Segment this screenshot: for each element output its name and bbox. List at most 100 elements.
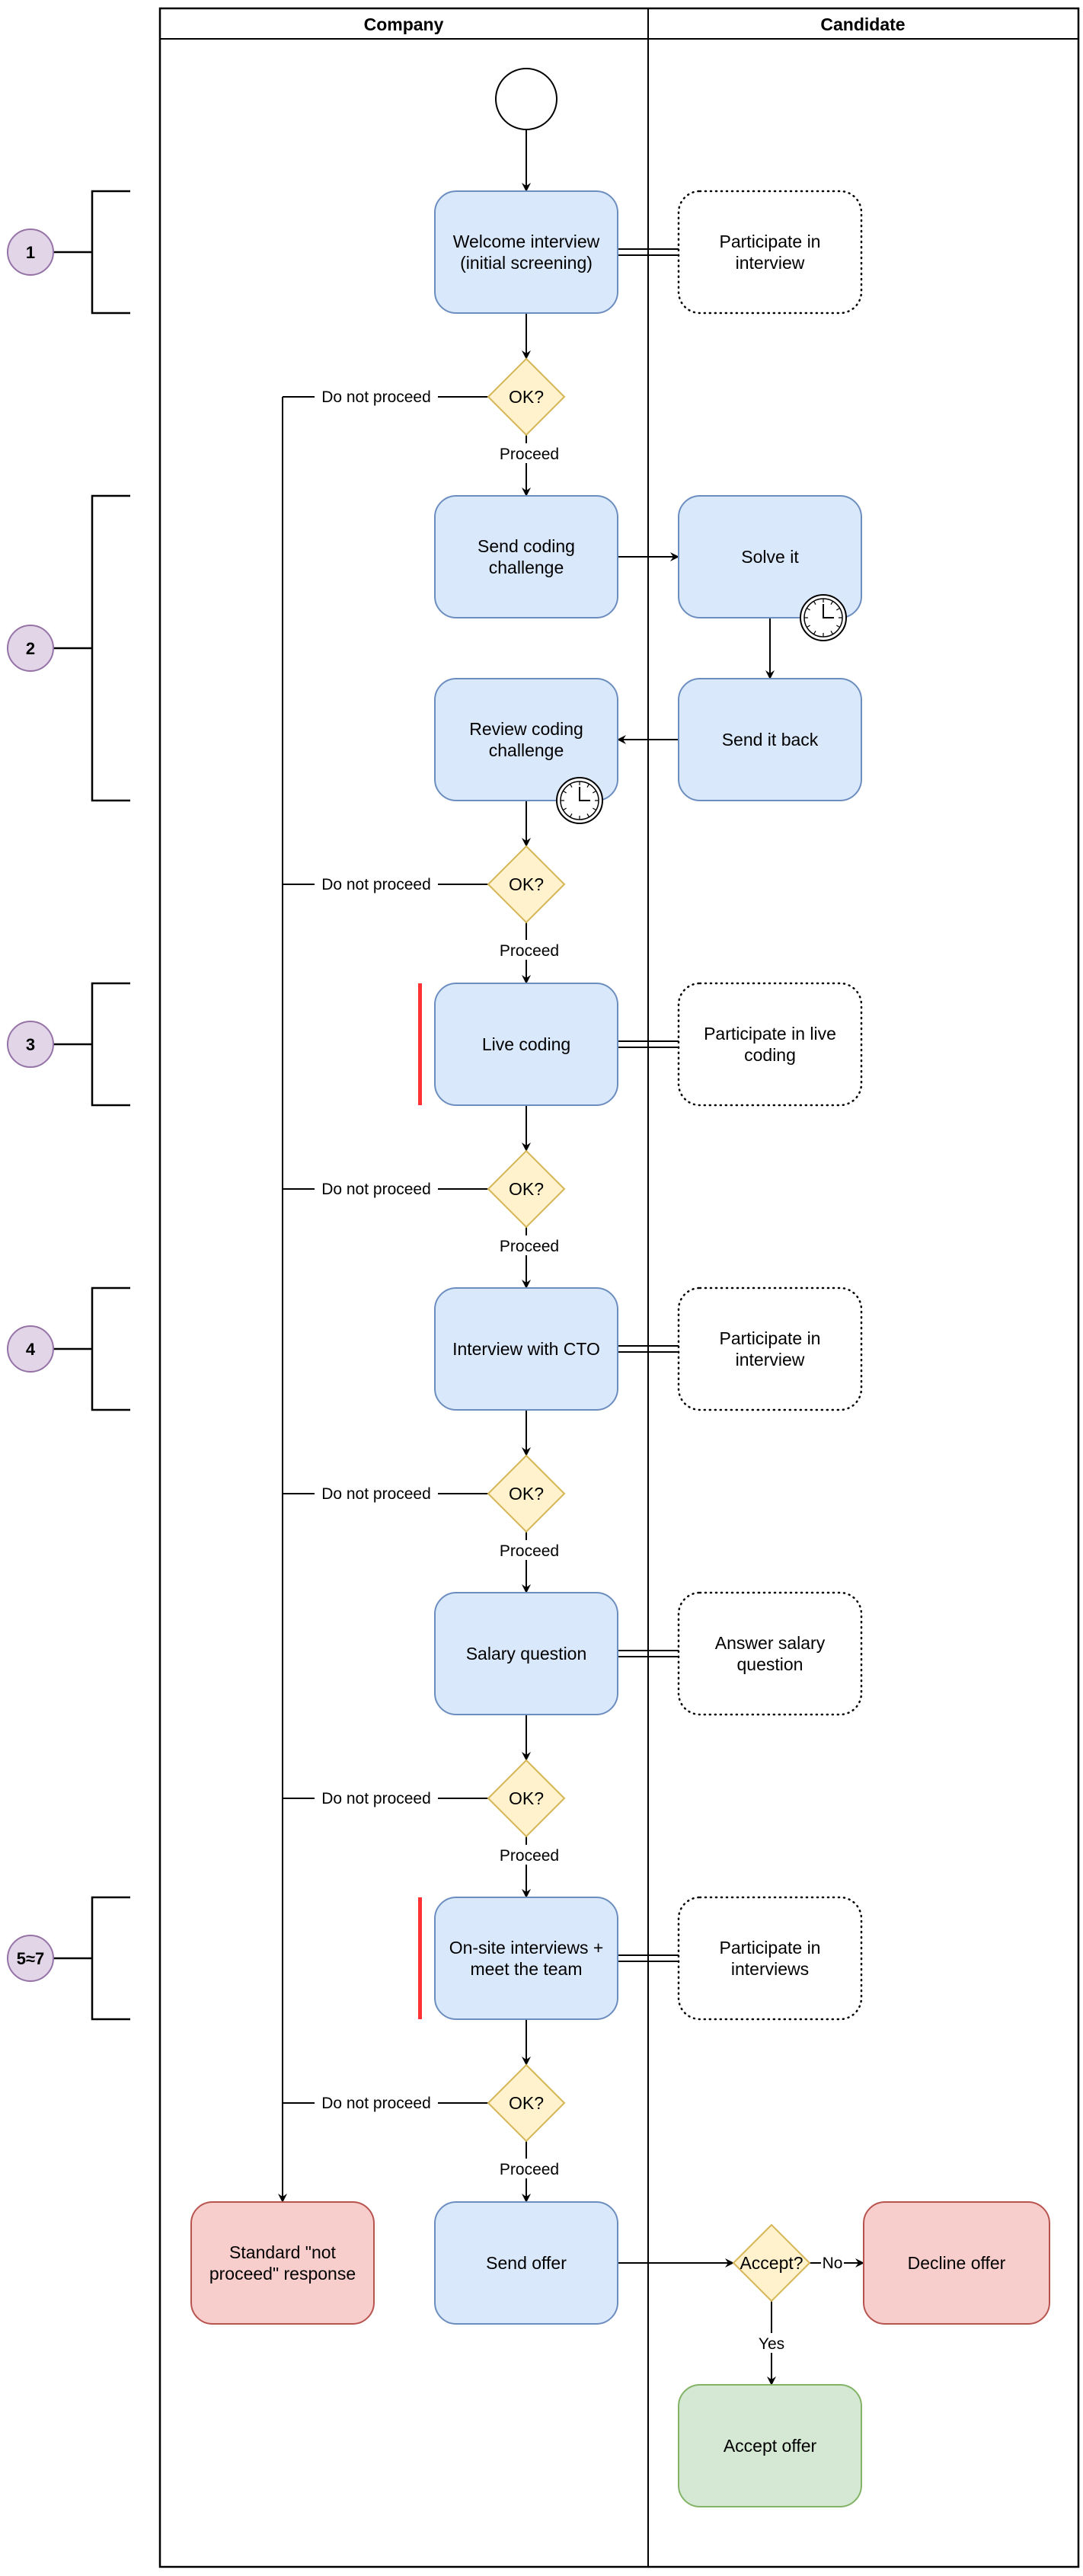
task-label: interview bbox=[736, 253, 805, 273]
reject-task[interactable]: Standard "notproceed" response bbox=[190, 2201, 375, 2325]
task-label: Interview with CTO bbox=[452, 1339, 600, 1359]
timer-clock-icon bbox=[556, 777, 603, 824]
candidate-task-participate-live-coding[interactable]: Participate in livecoding bbox=[677, 982, 863, 1107]
gateway-label: OK? bbox=[509, 387, 544, 407]
nodes: Welcome interview (initial screening) Send… bbox=[190, 68, 1050, 2507]
task-label: meet the team bbox=[470, 1959, 582, 1979]
candidate-task-answer-salary[interactable]: Answer salaryquestion bbox=[677, 1591, 863, 1716]
timer-clock-icon bbox=[800, 594, 847, 641]
phase-number: 2 bbox=[26, 639, 35, 658]
task-shape bbox=[434, 495, 618, 618]
company-task-onsite-interviews[interactable]: On-site interviews +meet the team bbox=[434, 1897, 618, 2020]
phase-number: 3 bbox=[26, 1035, 35, 1054]
gateway-accept[interactable]: Accept? bbox=[732, 2223, 811, 2303]
phase-marker-2: 2 bbox=[7, 494, 130, 802]
task-label: Participate in bbox=[720, 1328, 821, 1348]
do-not-proceed-label: Do not proceed bbox=[321, 1790, 431, 1807]
gateway-ok[interactable]: OK? bbox=[487, 1759, 566, 1838]
task-label: question bbox=[737, 1654, 803, 1674]
task-shape bbox=[190, 2201, 375, 2325]
phase-bracket bbox=[91, 1896, 130, 2021]
company-task-send-offer[interactable]: Send offer bbox=[434, 2201, 618, 2325]
task-label: Salary question bbox=[466, 1644, 587, 1664]
pool-border bbox=[158, 7, 1080, 2568]
phase-marker-5: 5≈7 bbox=[7, 1896, 130, 2021]
phase-bracket bbox=[91, 982, 130, 1107]
accept-task[interactable]: Accept offer bbox=[678, 2384, 862, 2507]
phase-marker-1: 1 bbox=[7, 190, 130, 315]
task-shape bbox=[434, 1897, 618, 2020]
do-not-proceed-label: Do not proceed bbox=[321, 388, 431, 406]
phase-marker-4: 4 bbox=[7, 1286, 130, 1411]
proceed-label: Proceed bbox=[500, 1238, 559, 1255]
proceed-label: Proceed bbox=[500, 446, 559, 463]
task-label: challenge bbox=[489, 740, 564, 760]
task-label: (initial screening) bbox=[460, 253, 593, 273]
task-label: coding bbox=[744, 1045, 796, 1065]
start-event[interactable] bbox=[495, 68, 557, 130]
task-label: Send offer bbox=[486, 2253, 567, 2273]
lane-title-company: Company bbox=[364, 14, 444, 34]
company-task-live-coding[interactable]: Live coding bbox=[434, 983, 618, 1106]
task-label: challenge bbox=[489, 558, 564, 577]
task-label: interview bbox=[736, 1350, 805, 1369]
task-label: interviews bbox=[731, 1959, 809, 1979]
gateway-ok[interactable]: OK? bbox=[487, 1149, 566, 1229]
gateway-ok[interactable]: OK? bbox=[487, 845, 566, 924]
task-shape bbox=[677, 1896, 863, 2021]
task-label: Participate in bbox=[720, 1938, 821, 1958]
task-label: Welcome interview bbox=[453, 232, 600, 251]
company-task-welcome[interactable]: Welcome interview (initial screening) bbox=[434, 190, 618, 314]
task-label: Participate in live bbox=[704, 1024, 836, 1044]
gateway-label: OK? bbox=[509, 874, 544, 894]
candidate-task-participate-interview-cto[interactable]: Participate in interview bbox=[677, 1286, 863, 1411]
phase-bracket bbox=[91, 190, 130, 315]
proceed-label: Proceed bbox=[500, 1542, 559, 1560]
highlight-bar bbox=[418, 983, 422, 1105]
recruitment-process-diagram: Company Candidate Welcome interview (init… bbox=[7, 7, 1080, 2568]
phase-number: 5≈7 bbox=[17, 1949, 45, 1968]
phase-markers: 1 2 3 4 5≈7 bbox=[7, 190, 130, 2021]
proceed-label: Proceed bbox=[500, 1847, 559, 1865]
yes-label: Yes bbox=[759, 2335, 784, 2353]
gateway-label: OK? bbox=[509, 1788, 544, 1808]
candidate-task-send-it-back[interactable]: Send it back bbox=[678, 678, 862, 801]
highlight-bar bbox=[418, 1897, 422, 2019]
task-label: Decline offer bbox=[908, 2253, 1006, 2273]
task-label: Live coding bbox=[482, 1034, 570, 1054]
no-label: No bbox=[823, 2255, 843, 2272]
do-not-proceed-label: Do not proceed bbox=[321, 876, 431, 893]
task-label: Standard "not bbox=[229, 2242, 336, 2262]
task-shape bbox=[677, 1591, 863, 1716]
task-label: Send it back bbox=[722, 730, 819, 749]
task-label: Accept offer bbox=[724, 2436, 817, 2456]
gateway-label: OK? bbox=[509, 1484, 544, 1504]
do-not-proceed-label: Do not proceed bbox=[321, 2095, 431, 2112]
do-not-proceed-label: Do not proceed bbox=[321, 1485, 431, 1503]
gateway-ok[interactable]: OK? bbox=[487, 2063, 566, 2143]
edges bbox=[278, 129, 864, 2386]
gateway-ok[interactable]: OK? bbox=[487, 357, 566, 436]
do-not-proceed-label: Do not proceed bbox=[321, 1181, 431, 1198]
phase-bracket bbox=[91, 1286, 130, 1411]
lane-title-candidate: Candidate bbox=[820, 14, 905, 34]
gateway-ok[interactable]: OK? bbox=[487, 1454, 566, 1533]
task-label: Send coding bbox=[478, 536, 575, 556]
company-task-salary-question[interactable]: Salary question bbox=[434, 1592, 618, 1715]
candidate-task-participate-interview[interactable]: Participate in interview bbox=[677, 190, 863, 315]
phase-marker-3: 3 bbox=[7, 982, 130, 1107]
proceed-label: Proceed bbox=[500, 942, 559, 960]
phase-number: 4 bbox=[26, 1340, 36, 1359]
candidate-task-participate-interviews[interactable]: Participate ininterviews bbox=[677, 1896, 863, 2021]
company-task-interview-cto[interactable]: Interview with CTO bbox=[434, 1287, 618, 1411]
decline-task[interactable]: Decline offer bbox=[863, 2201, 1050, 2325]
company-task-send-challenge[interactable]: Send coding challenge bbox=[434, 495, 618, 618]
swimlane-pool: Company Candidate bbox=[158, 7, 1080, 2568]
task-shape bbox=[434, 190, 618, 314]
task-label: Answer salary bbox=[715, 1633, 826, 1653]
gateway-label: OK? bbox=[509, 2093, 544, 2113]
phase-bracket bbox=[91, 494, 130, 802]
task-label: On-site interviews + bbox=[449, 1938, 604, 1958]
task-label: Participate in bbox=[720, 232, 821, 251]
gateway-label: OK? bbox=[509, 1179, 544, 1199]
